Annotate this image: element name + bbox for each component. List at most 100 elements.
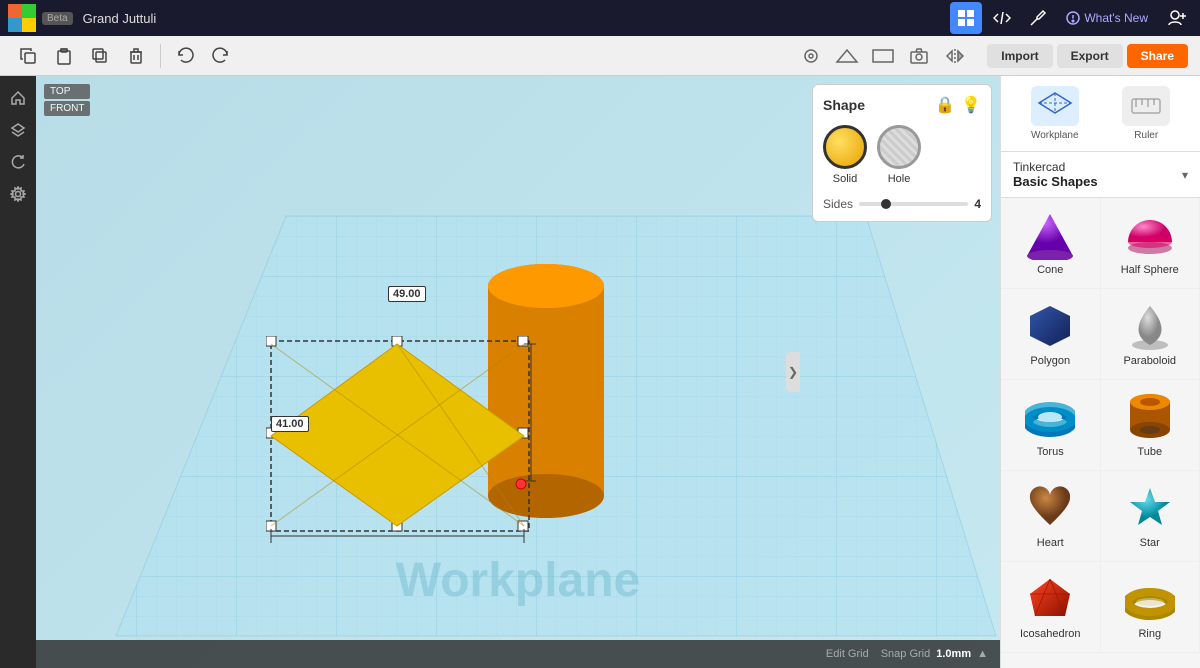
shape-item-half-sphere[interactable]: Half Sphere [1101, 198, 1200, 289]
code-view-button[interactable] [986, 2, 1018, 34]
grid-view-button[interactable] [950, 2, 982, 34]
duplicate-button[interactable] [84, 40, 116, 72]
toolbar: Import Export Share [0, 36, 1200, 76]
shape-item-tube[interactable]: Tube [1101, 380, 1200, 471]
delete-button[interactable] [120, 40, 152, 72]
bottom-bar: Edit Grid Snap Grid 1.0mm ▲ [36, 640, 1000, 668]
pyramid-shape[interactable] [266, 336, 536, 556]
shape-item-ring[interactable]: Ring [1101, 562, 1200, 653]
solid-circle [823, 125, 867, 169]
panel-collapse-button[interactable]: ❯ [786, 352, 800, 392]
shape-item-heart[interactable]: Heart [1001, 471, 1101, 562]
shape-panel-icons: 🔒 💡 [935, 95, 981, 115]
star-label: Star [1140, 537, 1160, 549]
half-sphere-label: Half Sphere [1121, 264, 1179, 276]
star-icon [1120, 483, 1180, 533]
ring-label: Ring [1138, 628, 1161, 640]
shape-item-torus[interactable]: Torus [1001, 380, 1101, 471]
toolbar-separator-1 [160, 44, 161, 68]
solid-label: Solid [833, 173, 857, 185]
shape-item-polygon[interactable]: Polygon [1001, 289, 1101, 380]
paraboloid-label: Paraboloid [1123, 355, 1176, 367]
beta-badge: Beta [42, 12, 73, 25]
redo-button[interactable] [205, 40, 237, 72]
copy-button[interactable] [12, 40, 44, 72]
logo-q1 [8, 4, 22, 18]
sidebar-layers-button[interactable] [4, 116, 32, 144]
sidebar-settings-button[interactable] [4, 180, 32, 208]
left-sidebar [0, 76, 36, 668]
export-button[interactable]: Export [1057, 44, 1123, 68]
paraboloid-icon [1120, 301, 1180, 351]
section-collapse-icon[interactable]: ▾ [1182, 168, 1188, 182]
torus-icon [1020, 392, 1080, 442]
icosahedron-label: Icosahedron [1020, 628, 1081, 640]
undo-button[interactable] [169, 40, 201, 72]
project-name[interactable]: Grand Juttuli [83, 11, 157, 26]
sidebar-home-button[interactable] [4, 84, 32, 112]
top-label: TOP [44, 84, 90, 99]
front-label: FRONT [44, 101, 90, 116]
sides-label: Sides [823, 197, 853, 211]
sides-slider[interactable] [859, 202, 968, 206]
whats-new-button[interactable]: What's New [1058, 7, 1156, 29]
hole-option[interactable]: Hole [877, 125, 921, 185]
logo-area: Beta Grand Juttuli [8, 4, 156, 32]
tinkercad-label: Tinkercad [1013, 160, 1098, 174]
shape-panel-header: Shape 🔒 💡 [823, 95, 981, 115]
snap-grid-arrow: ▲ [977, 648, 988, 660]
shape-item-paraboloid[interactable]: Paraboloid [1101, 289, 1200, 380]
logo-q2 [22, 4, 36, 18]
mirror-button[interactable] [939, 40, 971, 72]
tools-button[interactable] [1022, 2, 1054, 34]
shape-item-icosahedron[interactable]: Icosahedron [1001, 562, 1101, 653]
import-button[interactable]: Import [987, 44, 1052, 68]
hole-label: Hole [888, 173, 911, 185]
shape-panel-title: Shape [823, 97, 865, 113]
workplane-tool[interactable]: Workplane [1031, 86, 1079, 141]
workplane-icon [1031, 86, 1079, 126]
polygon-label: Polygon [1030, 355, 1070, 367]
viewport[interactable]: 49.00 41.00 TOP FRONT Workplane Shape 🔒 … [36, 76, 1000, 668]
cone-label: Cone [1037, 264, 1063, 276]
ruler-icon [1122, 86, 1170, 126]
logo-q3 [8, 18, 22, 32]
tube-label: Tube [1137, 446, 1162, 458]
heart-icon [1020, 483, 1080, 533]
home-view-button[interactable] [795, 40, 827, 72]
basic-shapes-label: Basic Shapes [1013, 174, 1098, 189]
ruler-tool[interactable]: Ruler [1122, 86, 1170, 141]
sides-control: Sides 4 [823, 197, 981, 211]
share-button[interactable]: Share [1127, 44, 1188, 68]
main-layout: 49.00 41.00 TOP FRONT Workplane Shape 🔒 … [0, 76, 1200, 668]
paste-button[interactable] [48, 40, 80, 72]
ruler-label: Ruler [1134, 130, 1158, 141]
solid-option[interactable]: Solid [823, 125, 867, 185]
ring-icon [1120, 574, 1180, 624]
top-bar-actions: What's New [950, 2, 1192, 34]
snap-grid-value[interactable]: 1.0mm [936, 648, 971, 660]
rp-tools: Workplane Ruler [1001, 76, 1200, 152]
right-panel: Workplane Ruler Tinkercad B [1000, 76, 1200, 668]
shape-item-star[interactable]: Star [1101, 471, 1200, 562]
viewport-labels: TOP FRONT [44, 84, 90, 116]
camera-button[interactable] [903, 40, 935, 72]
front-view-button[interactable] [867, 40, 899, 72]
edit-grid-button[interactable]: Edit Grid [826, 648, 869, 660]
whats-new-label: What's New [1084, 11, 1148, 25]
snap-grid-label: Snap Grid [881, 648, 931, 660]
top-bar: Beta Grand Juttuli What's New [0, 0, 1200, 36]
tinkercad-logo [8, 4, 36, 32]
shapes-grid: Cone Half Sphere [1001, 198, 1200, 653]
logo-q4 [22, 18, 36, 32]
shape-item-cone[interactable]: Cone [1001, 198, 1101, 289]
sidebar-rotate-button[interactable] [4, 148, 32, 176]
info-icon[interactable]: 💡 [961, 95, 981, 115]
sides-thumb [881, 199, 891, 209]
torus-label: Torus [1037, 446, 1064, 458]
polygon-icon [1020, 301, 1080, 351]
top-view-button[interactable] [831, 40, 863, 72]
add-user-button[interactable] [1160, 2, 1192, 34]
view-controls [795, 40, 971, 72]
lock-icon[interactable]: 🔒 [935, 95, 955, 115]
